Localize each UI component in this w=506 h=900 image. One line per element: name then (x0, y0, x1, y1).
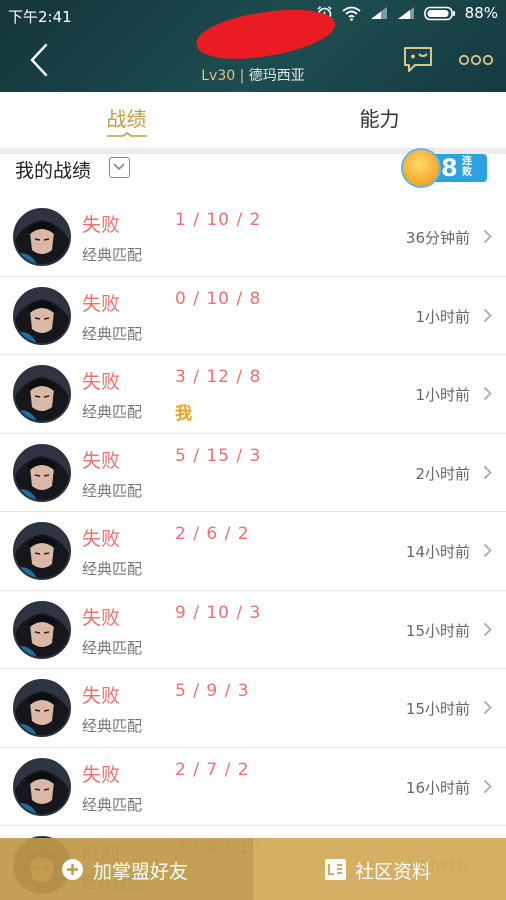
chevron-right-icon (483, 308, 492, 322)
hero-avatar (13, 286, 71, 345)
match-kda: 2 / 6 / 2 (175, 524, 250, 544)
match-kda: 5 / 15 / 3 (175, 445, 262, 466)
server-name: 德玛西亚 (248, 68, 305, 84)
hero-avatar (13, 522, 71, 580)
chevron-right-icon (483, 779, 492, 793)
match-result: 失败 (82, 371, 121, 393)
bottom-action-bar: 加掌盟好友 社区资料 (0, 838, 506, 900)
status-time: 下午2:41 (8, 8, 72, 26)
plus-circle-icon (62, 859, 83, 880)
me-badge: 我 (175, 404, 192, 424)
chat-bubble-icon (404, 47, 432, 72)
match-mode: 经典匹配 (82, 560, 143, 578)
level-separator: | (235, 68, 249, 84)
signal-icon (370, 7, 387, 19)
match-time: 2小时前 (415, 464, 470, 483)
match-kda: 2 / 7 / 2 (175, 759, 250, 780)
match-list: 失败 经典匹配 1 / 10 / 2 36分钟前 失败 经典匹配 0 / 10 / 8 1小时… (0, 198, 506, 900)
streak-count: 8 (441, 154, 458, 182)
match-row[interactable]: 失败经典匹配 2 / 7 / 2 16小时前 (0, 747, 506, 826)
match-result: 失败 (82, 763, 121, 786)
player-level: Lv30 (201, 68, 236, 84)
wifi-icon (342, 6, 361, 21)
streak-mascot-icon (401, 148, 441, 188)
match-result: 失败 (82, 214, 121, 236)
hero-avatar (13, 365, 71, 423)
my-record-title: 我的战绩 (15, 160, 92, 182)
hero-avatar (13, 600, 71, 659)
tab-ability[interactable]: 能力 (253, 92, 506, 148)
add-friend-button[interactable]: 加掌盟好友 (0, 838, 253, 900)
match-row[interactable]: 失败经典匹配 2 / 6 / 2 14小时前 (0, 512, 506, 591)
match-mode: 经典匹配 (82, 481, 143, 500)
match-mode: 经典匹配 (82, 717, 143, 735)
hero-avatar (13, 443, 71, 502)
match-time: 36分钟前 (405, 229, 470, 247)
match-mode: 经典匹配 (82, 324, 143, 343)
match-row[interactable]: 失败经典匹配 0 / 10 / 8 1小时前 (0, 276, 506, 355)
match-result: 失败 (82, 449, 121, 472)
more-button[interactable] (458, 52, 494, 68)
chevron-right-icon (483, 465, 492, 479)
chat-button[interactable] (401, 44, 435, 74)
hero-avatar (13, 679, 71, 737)
chevron-right-icon (483, 229, 492, 244)
chevron-down-icon (113, 163, 125, 171)
match-result: 失败 (82, 606, 121, 629)
match-kda: 3 / 12 / 8 (175, 367, 262, 387)
match-row[interactable]: 失败经典匹配 3 / 12 / 8 我 1小时前 (0, 355, 506, 434)
hero-avatar (13, 757, 71, 816)
match-mode: 经典匹配 (82, 246, 143, 264)
chevron-right-icon (483, 543, 492, 558)
more-dots-icon (458, 54, 494, 66)
match-kda: 9 / 10 / 3 (175, 602, 262, 623)
match-mode: 经典匹配 (82, 403, 143, 421)
match-row[interactable]: 失败经典匹配 1 / 10 / 2 36分钟前 (0, 198, 506, 277)
battery-icon (423, 6, 455, 20)
tab-active-indicator (106, 132, 147, 137)
match-kda: 0 / 10 / 8 (175, 288, 262, 309)
community-profile-button[interactable]: 社区资料 (253, 838, 506, 900)
match-time: 15小时前 (405, 700, 470, 718)
record-filter-dropdown[interactable] (109, 157, 130, 178)
tab-record[interactable]: 战绩 (0, 92, 253, 148)
match-time: 1小时前 (415, 307, 470, 326)
signal-icon (397, 7, 414, 19)
match-result: 失败 (82, 528, 121, 550)
match-kda: 1 / 10 / 2 (175, 210, 262, 230)
match-row[interactable]: 失败经典匹配 5 / 15 / 3 2小时前 (0, 433, 506, 512)
my-record-header: 我的战绩 8 连败 (0, 148, 506, 198)
match-row[interactable]: 失败经典匹配 5 / 9 / 3 15小时前 (0, 669, 506, 748)
match-time: 14小时前 (405, 543, 470, 561)
match-time: 16小时前 (405, 778, 470, 797)
match-mode: 经典匹配 (82, 795, 143, 814)
chevron-right-icon (483, 622, 492, 636)
match-result: 失败 (82, 685, 121, 707)
streak-label: 连败 (462, 156, 472, 178)
top-header: 下午2:41 88% Lv30 | 德玛西亚 (0, 0, 506, 92)
status-icons: 88% (316, 4, 498, 22)
hero-avatar (13, 208, 71, 266)
match-mode: 经典匹配 (82, 638, 143, 657)
match-time: 15小时前 (405, 621, 470, 640)
match-result: 失败 (82, 292, 121, 315)
match-kda: 5 / 9 / 3 (175, 681, 250, 701)
tab-record-label: 战绩 (106, 107, 147, 131)
battery-percent: 88% (464, 4, 498, 22)
losing-streak-badge: 8 连败 (401, 148, 489, 188)
add-friend-label: 加掌盟好友 (93, 861, 189, 883)
chevron-right-icon (483, 700, 492, 715)
chevron-right-icon (483, 386, 492, 401)
document-icon (325, 859, 346, 880)
match-row[interactable]: 失败经典匹配 9 / 10 / 3 15小时前 (0, 590, 506, 669)
tab-bar: 战绩 能力 (0, 92, 506, 148)
community-profile-label: 社区资料 (355, 861, 432, 883)
match-time: 1小时前 (415, 386, 470, 404)
tab-ability-label: 能力 (359, 107, 400, 131)
